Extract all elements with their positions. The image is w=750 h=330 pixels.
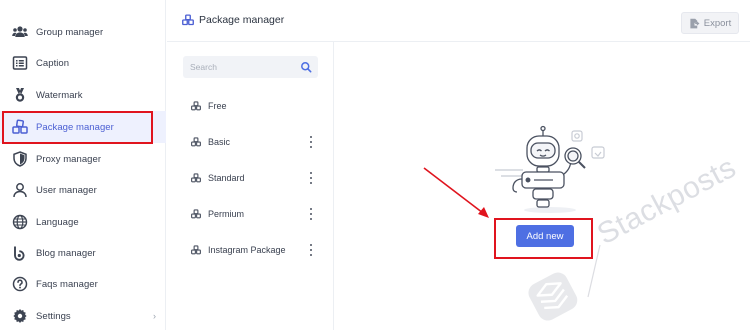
more-vertical-icon[interactable] <box>308 172 314 184</box>
blog-icon <box>12 245 28 261</box>
question-circle-icon <box>12 276 28 292</box>
list-item[interactable]: Instagram Package <box>167 236 334 264</box>
cubes-icon <box>191 173 201 183</box>
sidebar: Group manager Caption Watermark Package … <box>0 0 166 330</box>
annotation-highlight-box <box>2 111 153 144</box>
more-vertical-icon[interactable] <box>308 136 314 148</box>
page-title-wrap: Package manager <box>182 14 284 26</box>
empty-state-robot-illustration <box>495 125 605 213</box>
cubes-icon <box>182 14 194 26</box>
package-name: Permium <box>208 209 245 219</box>
sidebar-item-label: Faqs manager <box>36 278 98 290</box>
sidebar-item-faqs-manager[interactable]: Faqs manager <box>0 268 166 300</box>
sidebar-item-blog-manager[interactable]: Blog manager <box>0 237 166 269</box>
medal-icon <box>12 87 28 103</box>
sidebar-item-label: Proxy manager <box>36 153 102 165</box>
more-vertical-icon[interactable] <box>308 208 314 220</box>
globe-icon <box>12 214 28 230</box>
export-button[interactable]: Export <box>681 12 739 34</box>
sidebar-item-watermark[interactable]: Watermark <box>0 79 166 111</box>
list-item[interactable]: Permium <box>167 200 334 228</box>
package-name: Basic <box>208 137 231 147</box>
sidebar-item-label: Group manager <box>36 26 104 38</box>
list-item[interactable]: Standard <box>167 164 334 192</box>
search-box <box>183 56 318 78</box>
page-header: Package manager Export <box>167 0 750 42</box>
search-icon[interactable] <box>300 61 312 73</box>
chevron-right-icon: › <box>153 311 156 321</box>
cubes-icon <box>191 209 201 219</box>
file-export-icon <box>690 18 700 28</box>
shield-icon <box>12 151 28 167</box>
package-name: Instagram Package <box>208 245 286 255</box>
user-icon <box>12 182 28 198</box>
sidebar-item-caption[interactable]: Caption <box>0 47 166 79</box>
sidebar-item-user-manager[interactable]: User manager <box>0 174 166 206</box>
package-list-panel: Free Basic Standard Permium Instagram Pa… <box>167 42 334 330</box>
sidebar-item-settings[interactable]: Settings › <box>0 300 166 330</box>
sidebar-item-group-manager[interactable]: Group manager <box>0 16 166 48</box>
more-vertical-icon[interactable] <box>308 244 314 256</box>
list-alt-icon <box>12 55 28 71</box>
cubes-icon <box>191 101 201 111</box>
sidebar-item-label: Watermark <box>36 89 83 101</box>
sidebar-item-label: Caption <box>36 57 70 69</box>
sidebar-item-label: Settings <box>36 310 71 322</box>
package-name: Standard <box>208 173 245 183</box>
annotation-highlight-box <box>494 218 593 259</box>
sidebar-item-language[interactable]: Language <box>0 206 166 238</box>
users-icon <box>12 24 28 40</box>
export-label: Export <box>703 17 732 29</box>
gear-icon <box>12 308 28 324</box>
sidebar-item-label: Language <box>36 216 79 228</box>
page-title: Package manager <box>199 14 285 26</box>
list-item[interactable]: Free <box>167 92 334 120</box>
cubes-icon <box>191 245 201 255</box>
package-name: Free <box>208 101 227 111</box>
search-input[interactable] <box>190 62 295 72</box>
cubes-icon <box>191 137 201 147</box>
sidebar-item-proxy-manager[interactable]: Proxy manager <box>0 143 166 175</box>
sidebar-item-label: Blog manager <box>36 247 96 259</box>
sidebar-item-label: User manager <box>36 184 97 196</box>
list-item[interactable]: Basic <box>167 128 334 156</box>
